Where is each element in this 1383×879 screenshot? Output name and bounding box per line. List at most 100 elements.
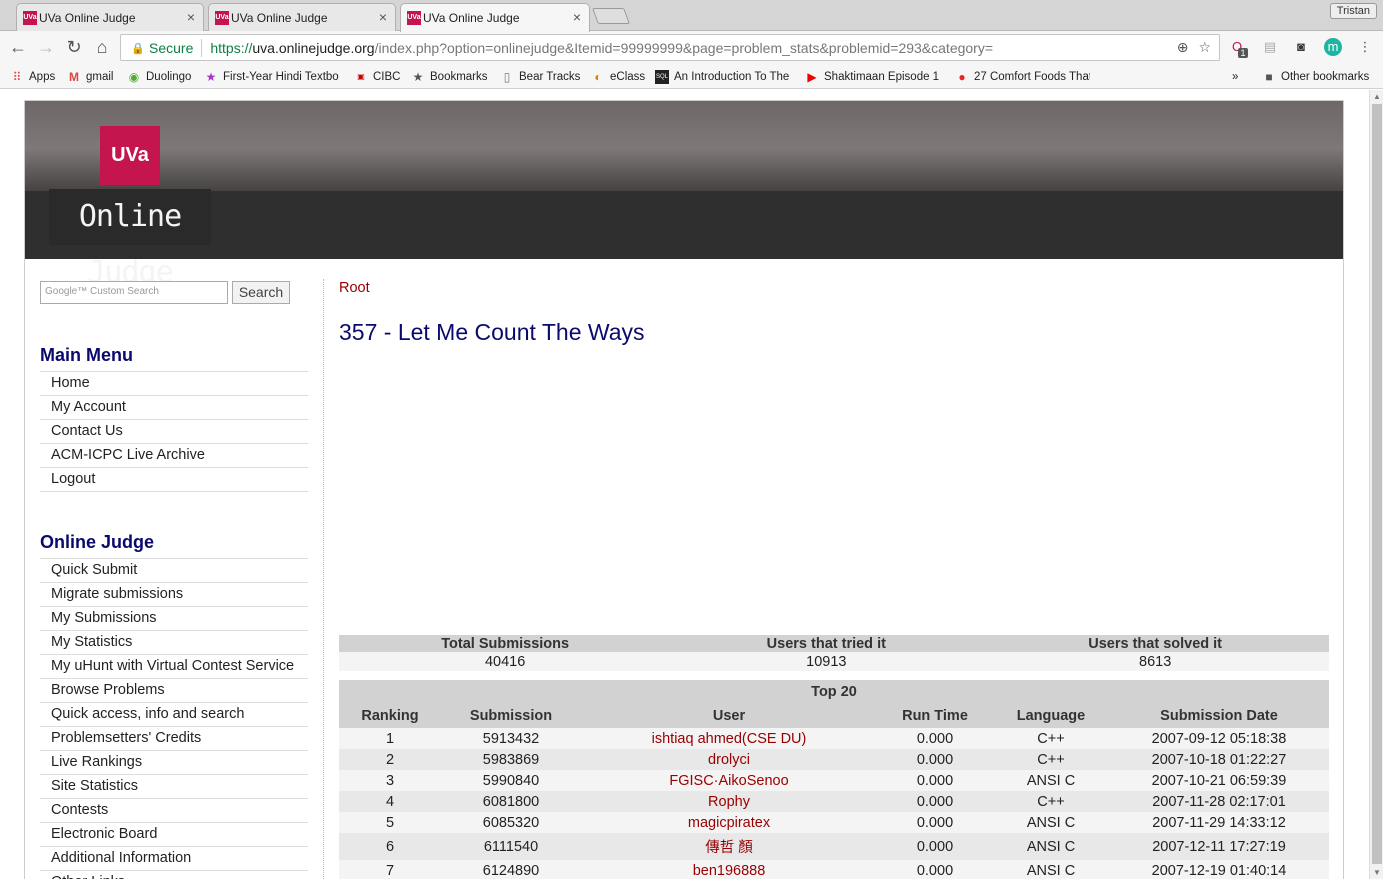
rank-cell: 4 — [339, 791, 441, 812]
scroll-up-icon[interactable]: ▲ — [1373, 92, 1381, 101]
menu-item-logout[interactable]: Logout — [40, 468, 308, 492]
menu-item-uhunt[interactable]: My uHunt with Virtual Contest Service — [40, 655, 308, 679]
column-header: Run Time — [877, 704, 993, 728]
menu-item-electronic-board[interactable]: Electronic Board — [40, 823, 308, 847]
menu-item-additional-info[interactable]: Additional Information — [40, 847, 308, 871]
bookmark-other[interactable]: ■ Other bookmarks — [1262, 68, 1369, 85]
user-link[interactable]: drolyci — [581, 749, 877, 770]
runtime-cell: 0.000 — [877, 833, 993, 860]
reader-extension-icon[interactable]: ▤ — [1261, 38, 1279, 56]
extension-badge: 1 — [1238, 48, 1248, 58]
menu-item-my-submissions[interactable]: My Submissions — [40, 607, 308, 631]
user-link[interactable]: ben196888 — [581, 860, 877, 879]
menu-item-my-statistics[interactable]: My Statistics — [40, 631, 308, 655]
menu-item-quick-access[interactable]: Quick access, info and search — [40, 703, 308, 727]
close-icon[interactable]: × — [379, 9, 387, 25]
page-scrollbar[interactable]: ▲ ▼ — [1369, 90, 1383, 879]
site-container: UVa Online Judge Google™ Custom Search S… — [24, 100, 1344, 879]
user-link[interactable]: FGISC·AikoSenoo — [581, 770, 877, 791]
user-link[interactable]: ishtiaq ahmed(CSE DU) — [581, 728, 877, 749]
bookmark-apps[interactable]: ⠿ Apps — [10, 68, 56, 85]
bookmark-bookmarks[interactable]: ★ Bookmarks — [411, 68, 488, 85]
menu-item-contact-us[interactable]: Contact Us — [40, 420, 308, 444]
bookmark-cibc[interactable]: ▣ CIBC — [354, 68, 400, 85]
close-icon[interactable]: × — [187, 9, 195, 25]
user-link[interactable]: magicpiratex — [581, 812, 877, 833]
language-cell: C++ — [993, 749, 1109, 770]
menu-item-contests[interactable]: Contests — [40, 799, 308, 823]
bookmark-label: Duolingo — [146, 70, 192, 83]
stats-header: Total Submissions — [339, 635, 672, 652]
bookmark-bear-tracks[interactable]: ▯ Bear Tracks — [500, 68, 581, 85]
submission-cell: 6085320 — [441, 812, 581, 833]
url-host: uva.onlinejudge.org — [252, 39, 375, 56]
page-viewport: UVa Online Judge Google™ Custom Search S… — [0, 90, 1369, 879]
scrollbar-thumb[interactable] — [1372, 104, 1382, 864]
reload-icon[interactable]: ↻ — [64, 37, 84, 57]
menu-item-home[interactable]: Home — [40, 372, 308, 396]
menu-item-live-rankings[interactable]: Live Rankings — [40, 751, 308, 775]
bookmark-label: 27 Comfort Foods That — [974, 70, 1090, 83]
date-cell: 2007-12-11 17:27:19 — [1109, 833, 1329, 860]
tab-3[interactable]: UVa UVa Online Judge × — [400, 3, 590, 32]
bookmark-label: Bookmarks — [430, 70, 488, 83]
table-row: 4 6081800 Rophy 0.000 C++ 2007-11-28 02:… — [339, 791, 1329, 812]
close-icon[interactable]: × — [573, 9, 581, 25]
stats-header: Users that solved it — [981, 635, 1329, 652]
menu-item-browse-problems[interactable]: Browse Problems — [40, 679, 308, 703]
zoom-icon[interactable]: ⊕ — [1177, 39, 1189, 56]
tab-1[interactable]: UVa UVa Online Judge × — [16, 3, 204, 31]
language-cell: C++ — [993, 791, 1109, 812]
banner-band — [25, 191, 1343, 259]
trending-icon: ● — [958, 69, 966, 84]
lightbulb-extension-icon[interactable]: ◙ — [1292, 38, 1310, 56]
online-judge-menu: Quick Submit Migrate submissions My Subm… — [40, 558, 308, 879]
forward-arrow-icon[interactable]: → — [36, 37, 56, 57]
bookmark-sql[interactable]: SQL An Introduction To The S — [655, 68, 793, 85]
bookmarks-bar: ⠿ Apps Mgmail ◉ Duolingo ★ First-Year Hindi… — [0, 64, 1383, 89]
back-arrow-icon[interactable]: ← — [8, 37, 28, 57]
bookmark-hindi[interactable]: ★ First-Year Hindi Textbo — [204, 68, 342, 85]
submission-cell: 5990840 — [441, 770, 581, 791]
top20-caption: Top 20 — [339, 680, 1329, 704]
new-tab-button[interactable] — [592, 8, 630, 24]
security-label: Secure — [149, 39, 194, 56]
bookmark-duolingo[interactable]: ◉ Duolingo — [127, 68, 192, 85]
profile-button[interactable]: Tristan — [1329, 3, 1377, 19]
menu-item-other-links[interactable]: Other Links — [40, 871, 308, 879]
avatar-extension-icon[interactable]: m — [1324, 38, 1342, 56]
address-bar[interactable]: 🔒 Secure https://uva.onlinejudge.org/ind… — [120, 34, 1220, 61]
star-icon: ★ — [205, 69, 217, 84]
bookmarks-overflow-button[interactable]: » — [1232, 68, 1238, 85]
date-cell: 2007-09-12 05:18:38 — [1109, 728, 1329, 749]
bookmark-gmail[interactable]: Mgmail — [67, 68, 113, 85]
menu-item-quick-submit[interactable]: Quick Submit — [40, 559, 308, 583]
tab-2[interactable]: UVa UVa Online Judge × — [208, 3, 396, 31]
user-link[interactable]: 傳哲 顏 — [581, 833, 877, 860]
menu-dots-icon[interactable]: ⋮ — [1356, 38, 1374, 56]
star-icon: ★ — [412, 69, 424, 84]
search-input[interactable]: Google™ Custom Search — [40, 281, 228, 304]
user-link[interactable]: Rophy — [581, 791, 877, 812]
date-cell: 2007-11-29 14:33:12 — [1109, 812, 1329, 833]
tab-title: UVa Online Judge — [231, 10, 328, 25]
browser-toolbar: ← → ↻ ⌂ 🔒 Secure https://uva.onlinejudge… — [0, 31, 1383, 64]
menu-item-site-statistics[interactable]: Site Statistics — [40, 775, 308, 799]
bookmark-comfort-foods[interactable]: ● 27 Comfort Foods That — [955, 68, 1090, 85]
scroll-down-icon[interactable]: ▼ — [1373, 868, 1381, 877]
rank-cell: 1 — [339, 728, 441, 749]
bookmark-star-icon[interactable]: ☆ — [1198, 39, 1211, 56]
menu-item-live-archive[interactable]: ACM-ICPC Live Archive — [40, 444, 308, 468]
breadcrumb[interactable]: Root — [339, 280, 370, 296]
column-header: Ranking — [339, 704, 441, 728]
uva-logo[interactable]: UVa — [100, 126, 160, 185]
menu-item-my-account[interactable]: My Account — [40, 396, 308, 420]
menu-item-credits[interactable]: Problemsetters' Credits — [40, 727, 308, 751]
divider — [201, 38, 203, 57]
bookmark-shaktimaan[interactable]: ▶ Shaktimaan Episode 1 - — [805, 68, 942, 85]
bookmark-eclass[interactable]: ◐ eClass — [591, 68, 645, 85]
menu-item-migrate[interactable]: Migrate submissions — [40, 583, 308, 607]
search-button[interactable]: Search — [232, 281, 290, 304]
home-icon[interactable]: ⌂ — [92, 37, 112, 57]
uva-favicon-icon: UVa — [23, 11, 37, 25]
